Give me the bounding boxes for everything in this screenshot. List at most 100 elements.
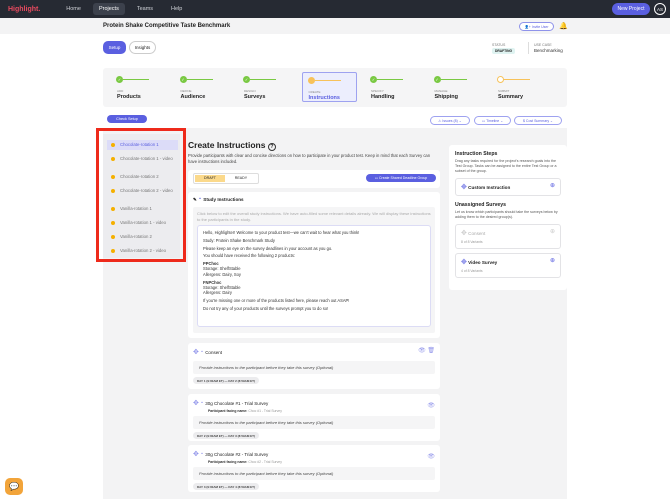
page-title: Create Instructions ? bbox=[188, 140, 440, 151]
participant-facing-name: Choc #1 - Trial Survey bbox=[248, 409, 282, 413]
step-kicker: DEFINE bbox=[180, 89, 192, 93]
check-icon: ✓ bbox=[116, 76, 123, 83]
product-name: FNPChoc bbox=[203, 279, 222, 285]
move-icon: ✥ bbox=[461, 230, 467, 237]
cost-label: Cost Summary bbox=[525, 118, 550, 123]
eye-icon[interactable]: 👁 bbox=[427, 402, 435, 409]
deadline-chip: DAY 3 (9:00AM ET) — DAY 4 (8:59AM ET) bbox=[193, 483, 260, 490]
nav-help[interactable]: Help bbox=[165, 3, 188, 15]
step-kicker: CREATE bbox=[308, 90, 321, 94]
status-label: STATUS bbox=[492, 43, 506, 47]
move-icon[interactable]: ✥ bbox=[193, 451, 199, 458]
status-badge: DRAFTING bbox=[492, 48, 516, 54]
edit-icon[interactable]: ✎ bbox=[193, 197, 197, 202]
create-shared-deadline-group-button[interactable]: ▭ Create Shared Deadline Group bbox=[366, 174, 436, 182]
step-line bbox=[314, 80, 341, 81]
instr-line: Do not try any of your products until th… bbox=[203, 305, 329, 311]
bell-icon[interactable]: 🔔 bbox=[559, 22, 568, 30]
step-shipping[interactable]: ✓ MANAGE Shipping bbox=[429, 72, 484, 102]
study-instructions-card: ✎ ⌃ Study Instructions Click below to ed… bbox=[188, 192, 440, 338]
step-name: Summary bbox=[498, 94, 524, 100]
invite-user-button[interactable]: 👤+ Invite User bbox=[519, 22, 554, 31]
study-instructions-editor[interactable]: Hello, Highlighter! Welcome to your prod… bbox=[197, 225, 431, 327]
chevron-up-icon[interactable]: ⌃ bbox=[200, 452, 204, 457]
issues-dropdown[interactable]: ⚠ Issues (8) ⌄ bbox=[430, 116, 470, 125]
chevron-up-icon[interactable]: ⌃ bbox=[200, 350, 204, 355]
project-title: Protein Shake Competitive Taste Benchmar… bbox=[103, 23, 231, 29]
custom-instruction-item[interactable]: ✥ Custom Instruction ⊕ bbox=[455, 178, 561, 196]
instruction-steps-panel: Instruction Steps Drag any tasks require… bbox=[449, 145, 567, 290]
unassigned-surveys-desc: Let us know which participants should ta… bbox=[455, 210, 558, 219]
nav-projects[interactable]: Projects bbox=[92, 3, 125, 15]
step-name: Instructions bbox=[308, 95, 340, 101]
step-name: Surveys bbox=[244, 94, 266, 100]
ready-toggle[interactable]: READY bbox=[226, 175, 256, 182]
eye-icon[interactable]: 👁 🗑 bbox=[418, 347, 435, 354]
move-icon[interactable]: ✥ bbox=[193, 400, 199, 407]
add-icon[interactable]: ⊕ bbox=[550, 257, 555, 264]
chat-icon[interactable]: 💬 bbox=[5, 478, 23, 495]
check-setup-button[interactable]: Check Setup bbox=[107, 115, 147, 123]
instr-line: Study: Protein Shake Benchmark Study bbox=[203, 237, 275, 243]
step-audience[interactable]: ✓ DEFINE Audience bbox=[175, 72, 230, 102]
survey-instructions-input[interactable]: Provide instructions to the participant … bbox=[193, 361, 435, 374]
survey-instructions-input[interactable]: Provide instructions to the participant … bbox=[193, 416, 435, 429]
shared-label: Create Shared Deadline Group bbox=[379, 176, 428, 180]
invite-label: Invite User bbox=[531, 24, 549, 29]
survey-name: 30g Chocolate #1 - Trial Survey bbox=[205, 401, 269, 406]
nav-home[interactable]: Home bbox=[60, 3, 87, 15]
chevron-up-icon[interactable]: ⌃ bbox=[198, 197, 202, 202]
unassigned-surveys-title: Unassigned Surveys bbox=[455, 202, 507, 208]
survey-card: ✥ ⌃ 30g Chocolate #1 - Trial Survey 👁 Part… bbox=[188, 394, 440, 441]
step-products[interactable]: ✓ ADD Products bbox=[111, 72, 166, 102]
step-handling[interactable]: ✓ SPECIFY Handling bbox=[365, 72, 420, 102]
add-icon[interactable]: ⊕ bbox=[550, 182, 555, 189]
main-column: Create Instructions ? Provide participan… bbox=[188, 140, 440, 165]
step-instructions[interactable]: CREATE Instructions bbox=[301, 72, 357, 102]
participant-facing-name: Choc #2 - Trial Survey bbox=[248, 460, 282, 464]
nav-teams[interactable]: Teams bbox=[131, 3, 159, 15]
move-icon[interactable]: ✥ bbox=[193, 349, 199, 356]
step-line bbox=[377, 79, 403, 80]
new-project-button[interactable]: New Project bbox=[612, 3, 650, 15]
survey-instructions-input[interactable]: Provide instructions to the participant … bbox=[193, 467, 435, 480]
survey-card: ✥ ⌃ Consent 👁 🗑 Provide instructions to th… bbox=[188, 343, 440, 389]
step-name: Products bbox=[117, 94, 141, 100]
product-allergens: Allergens: Dairy bbox=[203, 290, 232, 296]
toolbar: Check Setup ⚠ Issues (8) ⌄ ▭ Timeline ⌄ … bbox=[103, 113, 567, 126]
step-line bbox=[250, 79, 276, 80]
user-plus-icon: 👤+ bbox=[524, 24, 532, 29]
chevron-up-icon[interactable]: ⌃ bbox=[200, 401, 204, 406]
usecase-value: Benchmarking bbox=[534, 48, 563, 53]
step-kicker: SUBMIT bbox=[498, 89, 510, 93]
timeline-dropdown[interactable]: ▭ Timeline ⌄ bbox=[474, 116, 511, 125]
cost-summary-dropdown[interactable]: $ Cost Summary ⌄ bbox=[514, 116, 562, 125]
avatar[interactable]: AS bbox=[654, 3, 666, 15]
step-surveys[interactable]: ✓ DESIGN Surveys bbox=[238, 72, 293, 102]
check-icon: ✓ bbox=[370, 76, 377, 83]
survey-name: Consent bbox=[205, 350, 222, 355]
unassigned-survey-video[interactable]: ✥ Video Survey ⊕ 4 of 8 Variants bbox=[455, 253, 561, 278]
move-icon[interactable]: ✥ bbox=[461, 259, 467, 266]
instr-line: Please keep an eye on the survey deadlin… bbox=[203, 245, 333, 251]
step-kicker: DESIGN bbox=[244, 89, 256, 93]
timeline-label: Timeline bbox=[486, 118, 500, 123]
instruction-steps-title: Instruction Steps bbox=[455, 151, 498, 157]
sidebar-highlight bbox=[96, 128, 186, 262]
trash-icon[interactable]: 🗑 bbox=[427, 348, 435, 354]
top-nav: Highlight. Home Projects Teams Help New … bbox=[0, 0, 670, 18]
eye-icon[interactable]: 👁 bbox=[427, 453, 435, 460]
draft-toggle[interactable]: DRAFT bbox=[195, 175, 225, 182]
tab-setup[interactable]: Setup bbox=[103, 41, 126, 54]
step-summary[interactable]: SUBMIT Summary bbox=[492, 72, 547, 102]
help-icon[interactable]: ? bbox=[267, 143, 276, 151]
project-header: Protein Shake Competitive Taste Benchmar… bbox=[0, 18, 670, 34]
move-icon[interactable]: ✥ bbox=[461, 184, 467, 191]
unassigned-survey-consent[interactable]: ✥ Consent ⊕ 8 of 8 Variants bbox=[455, 224, 561, 249]
logo[interactable]: Highlight. bbox=[8, 6, 40, 13]
page-description: Provide participants with clear and conc… bbox=[188, 153, 431, 164]
step-line bbox=[123, 79, 149, 80]
tab-insights[interactable]: Insights bbox=[129, 41, 156, 54]
step-name: Audience bbox=[180, 94, 206, 100]
step-name: Shipping bbox=[434, 94, 459, 100]
